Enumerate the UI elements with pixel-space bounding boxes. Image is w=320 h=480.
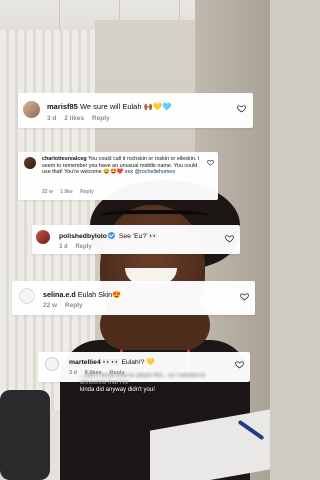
comment-time: 22 w	[42, 189, 53, 195]
caption-line-2: kinda did anyway didn't you!	[80, 387, 155, 393]
reply-button[interactable]: Reply	[80, 189, 94, 195]
comment-username[interactable]: martellie4	[69, 359, 101, 366]
comment-card: charlottesrealceg You could call it roch…	[18, 152, 218, 200]
comment-meta: 22 w 1 like Reply	[42, 189, 100, 195]
comment-username[interactable]: charlottesrealceg	[42, 156, 87, 162]
comment-time: 3 d	[59, 244, 68, 250]
avatar[interactable]	[24, 157, 36, 169]
comment-username[interactable]: polishedbylolo	[59, 233, 107, 240]
reply-button[interactable]: Reply	[65, 302, 83, 309]
comment-time: 3 d	[47, 115, 57, 122]
comment-time: 3 d	[69, 370, 78, 376]
comment-text: We sure will Eulah 🙌🏾💛🩵	[79, 102, 172, 111]
reply-button[interactable]: Reply	[92, 115, 110, 122]
avatar[interactable]	[36, 230, 50, 244]
comment-text: Eulah Skin😍	[77, 290, 122, 299]
comment-meta: 3 d Reply	[59, 244, 98, 250]
heart-outline-icon[interactable]	[240, 292, 249, 301]
comment-meta: 3 d 2 likes Reply	[47, 115, 116, 122]
heart-outline-icon[interactable]	[207, 159, 214, 166]
heart-outline-icon[interactable]	[235, 360, 244, 369]
sunglasses	[100, 210, 210, 224]
comment-time: 22 w	[43, 302, 58, 309]
heart-outline-icon[interactable]	[237, 104, 246, 113]
comment-likes[interactable]: 2 likes	[64, 115, 84, 122]
avatar[interactable]	[23, 101, 40, 118]
comment-card: polishedbylolo See 'Eu?' 👀 3 d Reply	[32, 225, 240, 254]
heart-outline-icon[interactable]	[225, 234, 234, 243]
mention-link[interactable]: @rochellehumes	[134, 169, 175, 175]
reply-button[interactable]: Reply	[75, 244, 91, 250]
verified-badge-icon	[107, 232, 115, 239]
comment-card: selina.e.d Eulah Skin😍 22 w Reply	[12, 281, 255, 315]
comment-meta: 22 w Reply	[43, 302, 89, 309]
caption-line-1: ...didn't know how to attack this.. so I…	[80, 373, 206, 386]
video-caption: ...didn't know how to attack this.. so I…	[80, 373, 220, 394]
comment-likes[interactable]: 1 like	[60, 189, 73, 195]
avatar[interactable]	[19, 288, 35, 304]
comment-card: marisf85 We sure will Eulah 🙌🏾💛🩵 3 d 2 l…	[18, 93, 253, 128]
comment-username[interactable]: selina.e.d	[43, 290, 76, 299]
comment-username[interactable]: marisf85	[47, 102, 78, 111]
avatar[interactable]	[45, 357, 59, 371]
comment-text: See 'Eu?' 👀	[118, 233, 158, 240]
office-chair	[0, 390, 50, 480]
comment-text: 👀👀 Eulah!? 💛	[102, 359, 155, 366]
